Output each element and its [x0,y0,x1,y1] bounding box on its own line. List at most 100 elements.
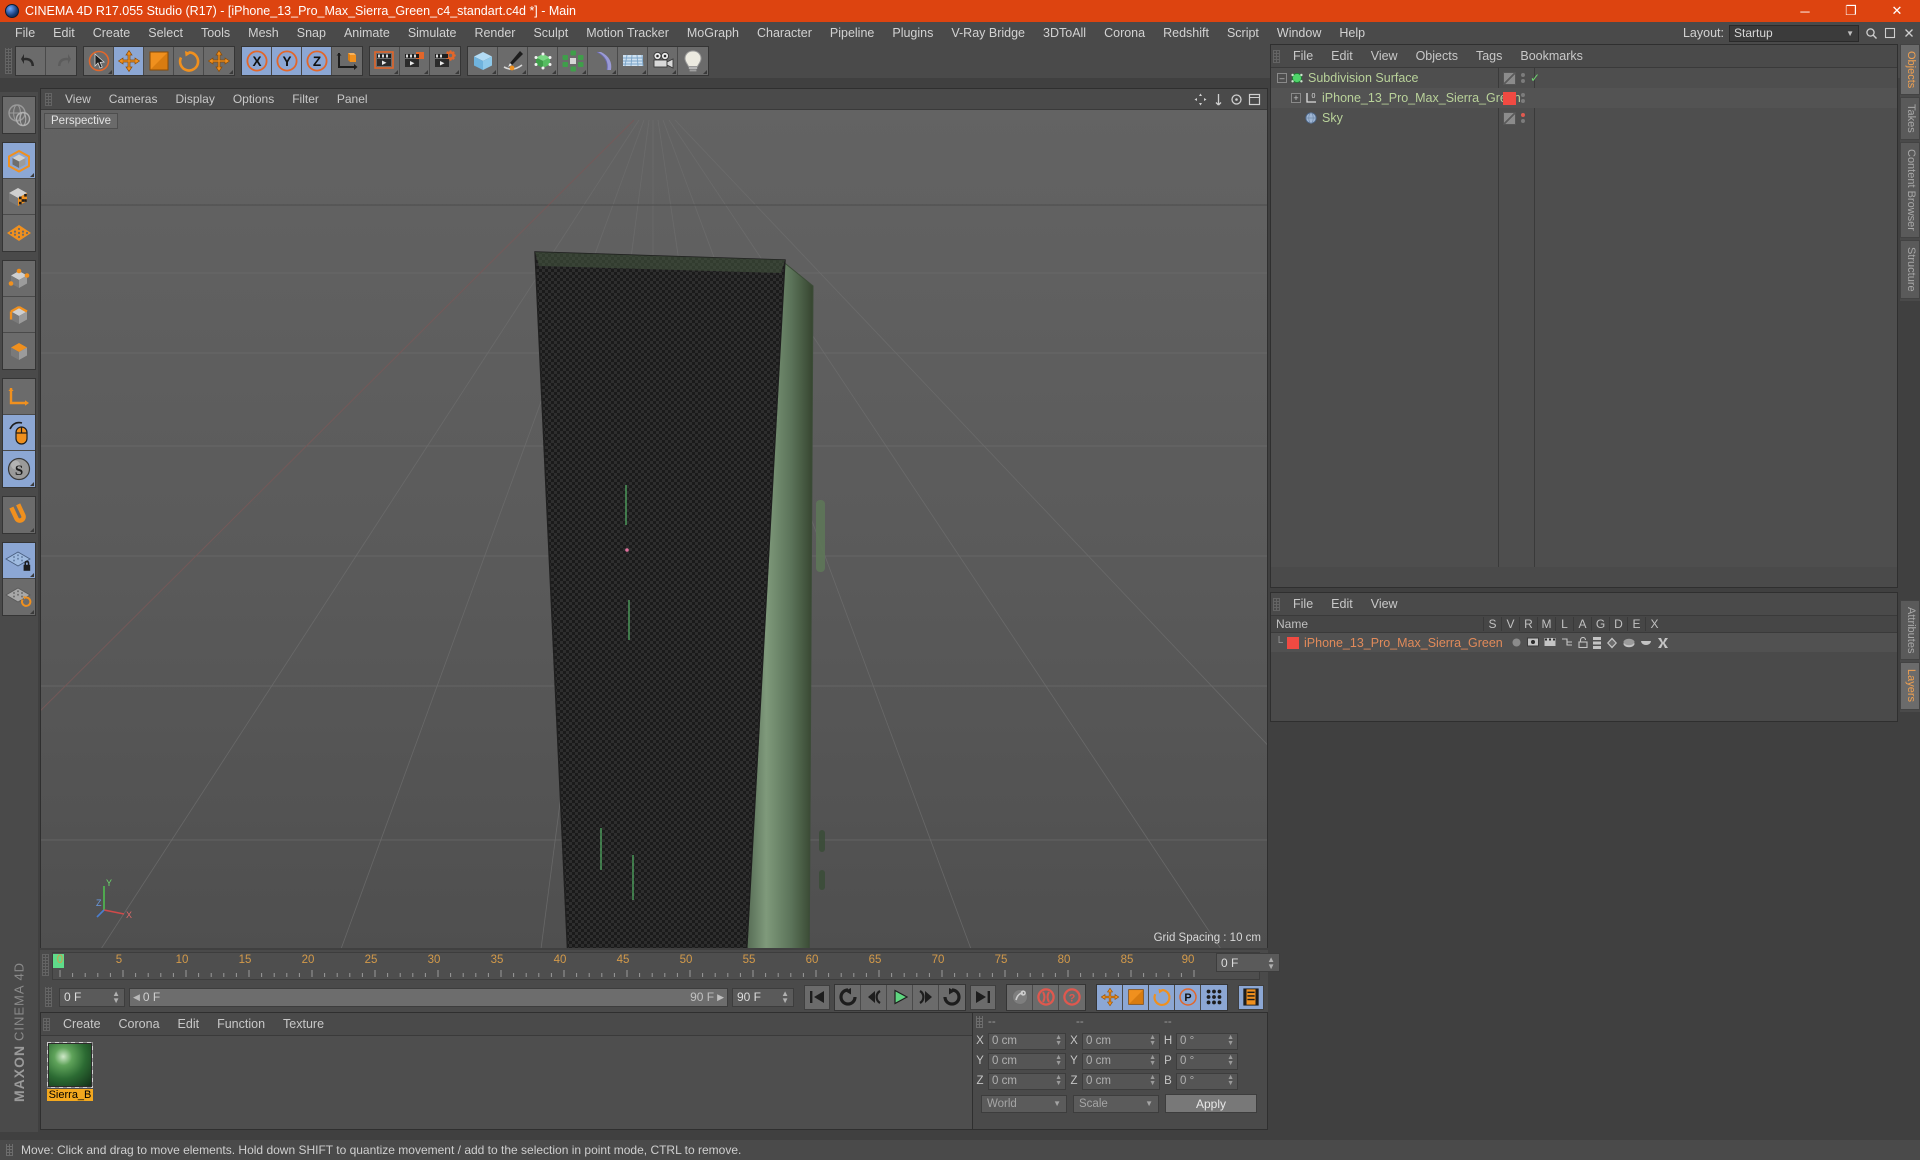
material-browser-grip[interactable] [43,1017,50,1031]
viewport-menu-view[interactable]: View [56,91,100,107]
object-row-subdivision-surface[interactable]: – Subdivision Surface ✓ [1271,68,1897,88]
stepper-icon[interactable]: ▲ ▼ [781,990,789,1005]
tab-attributes[interactable]: Attributes [1900,600,1920,661]
size-x-input[interactable]: 0 cm ▲ ▼ [1082,1032,1160,1050]
column-header-e[interactable]: E [1627,617,1645,631]
column-header-r[interactable]: R [1519,617,1537,631]
pan-icon[interactable] [1193,92,1207,106]
matbrowse-menu-create[interactable]: Create [54,1016,110,1032]
stepper-icon[interactable]: ▲ ▼ [1055,1034,1062,1047]
matbrowse-menu-corona[interactable]: Corona [110,1016,169,1032]
rotation-h-input[interactable]: 0 ° ▲ ▼ [1176,1032,1238,1050]
viewport-3d-canvas[interactable]: Perspective Grid Spacing : 10 cm Y X Z [41,109,1267,948]
loop-forward-button[interactable] [939,984,965,1010]
tab-takes[interactable]: Takes [1900,97,1920,141]
search-icon[interactable] [1864,26,1878,40]
coordinate-mode-select[interactable]: Scale ▼ [1073,1094,1159,1113]
menu-3dtoall[interactable]: 3DToAll [1034,24,1095,42]
stepper-icon[interactable]: ▲ ▼ [1227,1054,1234,1067]
preview-range-bar[interactable]: ◀ 0 F 90 F ▶ [129,987,728,1007]
objmgr-menu-edit[interactable]: Edit [1322,48,1362,64]
polygons-mode[interactable] [3,333,35,369]
material-table-row[interactable]: └ iPhone_13_Pro_Max_Sierra_Green [1271,633,1897,652]
step-back-button[interactable] [861,984,887,1010]
menu-vray-bridge[interactable]: V-Ray Bridge [942,24,1034,42]
render-visibility-icon[interactable] [1544,637,1556,648]
object-row-iphone[interactable]: + 0 iPhone_13_Pro_Max_Sierra_Green [1271,88,1897,108]
matbrowse-menu-edit[interactable]: Edit [169,1016,209,1032]
planar-workplane[interactable] [3,579,35,615]
material-browser-body[interactable]: Sierra_B [41,1035,987,1129]
lock-icon[interactable] [1578,637,1588,648]
close-button[interactable]: ✕ [1874,0,1920,22]
menu-pipeline[interactable]: Pipeline [821,24,883,42]
step-forward-button[interactable] [913,984,939,1010]
stepper-icon[interactable]: ▲ ▼ [1227,1034,1234,1047]
layout-select[interactable]: Startup ▼ [1729,24,1859,42]
texture-mode[interactable] [3,179,35,215]
viewport-menu-options[interactable]: Options [224,91,283,107]
emission-icon[interactable] [1640,638,1652,648]
viewport-menu-panel[interactable]: Panel [328,91,377,107]
menu-help[interactable]: Help [1330,24,1374,42]
current-frame-field[interactable]: 0 F ▲ ▼ [59,987,125,1007]
displacement-icon[interactable] [1623,637,1635,649]
column-header-m[interactable]: M [1537,617,1555,631]
edges-mode[interactable] [3,297,35,333]
range-left-arrow-icon[interactable]: ◀ [133,992,140,1003]
tab-objects[interactable]: Objects [1900,44,1920,96]
add-spline-object[interactable] [498,47,528,75]
lock-z-axis[interactable]: Z [302,47,332,75]
objmgr-menu-bookmarks[interactable]: Bookmarks [1511,48,1592,64]
workplane-mode[interactable] [3,215,35,251]
key-parameter-button[interactable]: P [1175,984,1201,1010]
objmgr-menu-file[interactable]: File [1284,48,1322,64]
close-layout-icon[interactable] [1902,26,1916,40]
max-frames-field[interactable]: 90 F ▲ ▼ [732,987,794,1007]
visibility-dots[interactable] [1521,113,1525,123]
go-to-start-button[interactable] [804,984,830,1010]
material-tag-icon[interactable] [1503,91,1516,105]
menu-corona[interactable]: Corona [1095,24,1154,42]
matbrowse-menu-function[interactable]: Function [208,1016,274,1032]
position-z-input[interactable]: 0 cm ▲ ▼ [988,1072,1066,1090]
multipass-icon[interactable] [1561,637,1573,648]
object-manager-grip[interactable] [1273,49,1280,63]
render-view-button[interactable] [370,47,400,75]
xref-icon[interactable] [1657,637,1669,649]
matmgr-menu-edit[interactable]: Edit [1322,596,1362,612]
timeline-grip[interactable] [42,954,49,976]
menu-tools[interactable]: Tools [192,24,239,42]
display-tag-icon[interactable] [1503,111,1516,125]
objmgr-menu-view[interactable]: View [1362,48,1407,64]
tab-content-browser[interactable]: Content Browser [1900,142,1920,238]
menu-create[interactable]: Create [84,24,140,42]
menu-mograph[interactable]: MoGraph [678,24,748,42]
key-scale-button[interactable] [1123,984,1149,1010]
undo-button[interactable] [16,47,46,75]
menu-snap[interactable]: Snap [288,24,335,42]
rotation-p-input[interactable]: 0 ° ▲ ▼ [1176,1052,1238,1070]
toolbar-grip[interactable] [5,48,12,74]
dynamic-place-tool[interactable] [204,47,234,75]
matmgr-menu-view[interactable]: View [1362,596,1407,612]
menu-file[interactable]: File [6,24,44,42]
add-cube-object[interactable] [468,47,498,75]
stepper-icon[interactable]: ▲ ▼ [1267,955,1275,970]
live-selection-tool[interactable] [84,47,114,75]
enable-snapping[interactable] [3,497,35,533]
column-header-x[interactable]: X [1645,617,1663,631]
viewport-menu-display[interactable]: Display [166,91,223,107]
stepper-icon[interactable]: ▲ ▼ [1055,1074,1062,1087]
menu-plugins[interactable]: Plugins [883,24,942,42]
menu-simulate[interactable]: Simulate [399,24,466,42]
coordinate-space-select[interactable]: World ▼ [981,1094,1067,1113]
material-manager-grip[interactable] [1273,597,1280,611]
menu-character[interactable]: Character [748,24,821,42]
soft-selection[interactable]: S [3,451,35,487]
end-frame-field[interactable]: 0 F ▲ ▼ [1216,953,1280,972]
animation-icon[interactable] [1592,636,1601,649]
column-header-s[interactable]: S [1483,617,1501,631]
menu-render[interactable]: Render [465,24,524,42]
maximize-view-icon[interactable] [1247,92,1261,106]
